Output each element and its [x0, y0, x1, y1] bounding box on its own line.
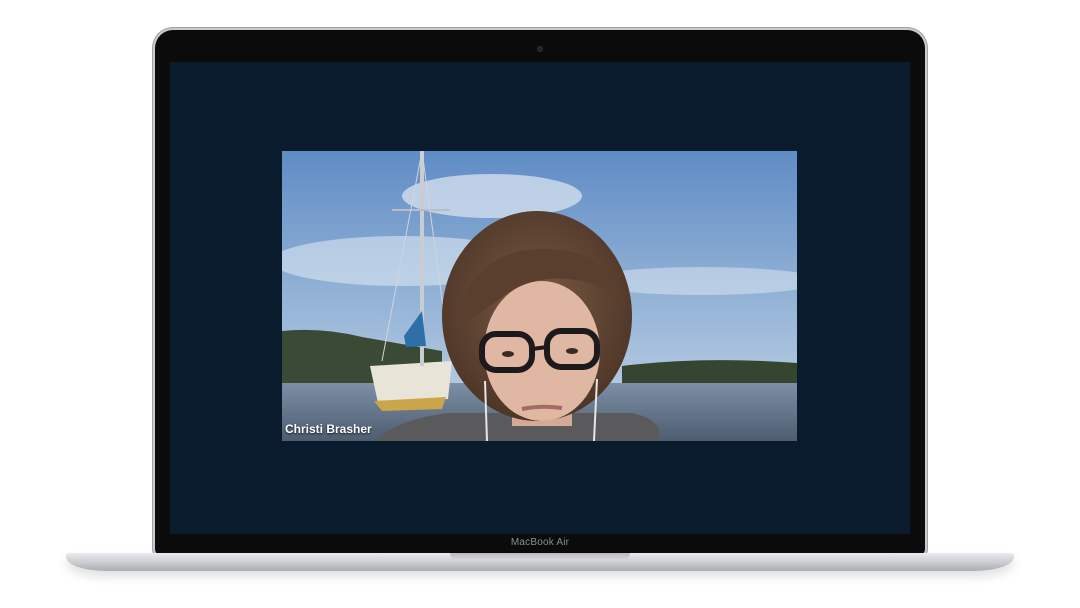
meeting-screen: Christi Brasher — [170, 62, 910, 534]
laptop-base — [66, 553, 1014, 571]
participant-video-feed — [282, 151, 797, 441]
participant-name-label: Christi Brasher — [285, 422, 372, 436]
webcam-icon — [537, 46, 543, 52]
device-model-label: MacBook Air — [510, 537, 570, 548]
laptop-mockup: Christi Brasher MacBook Air — [0, 0, 1080, 608]
laptop-lid: Christi Brasher MacBook Air — [155, 30, 925, 555]
laptop-hinge-notch — [450, 553, 630, 560]
participant-video-tile[interactable]: Christi Brasher — [282, 151, 797, 441]
